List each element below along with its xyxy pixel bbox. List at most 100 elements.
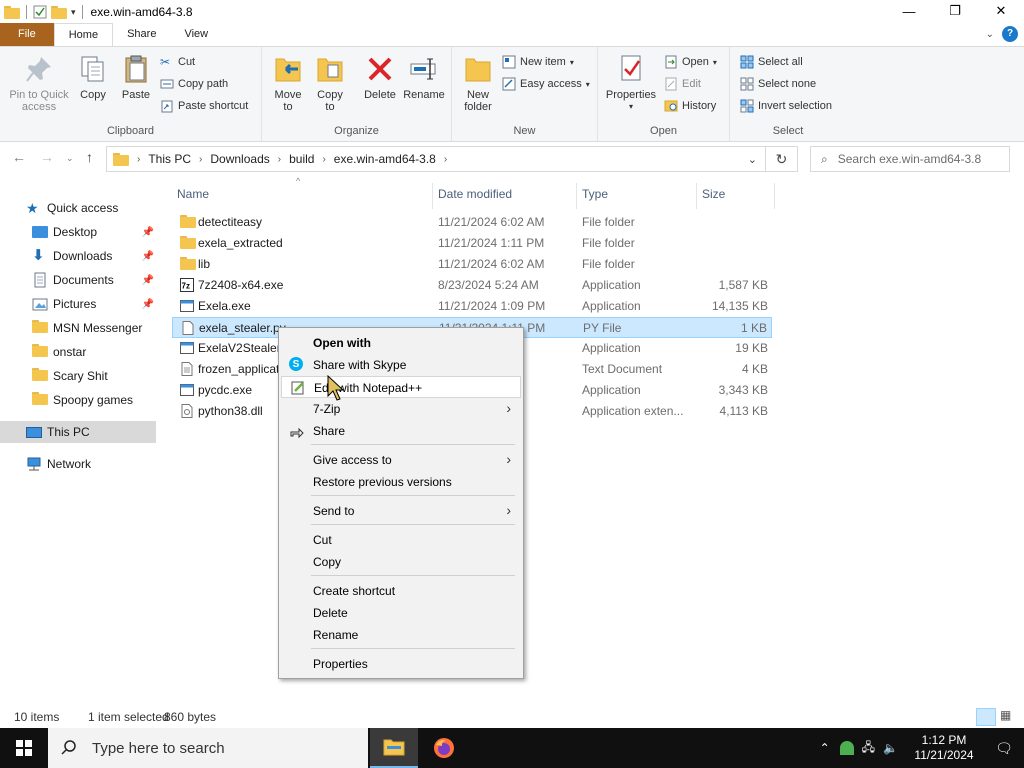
back-arrow-icon[interactable]: ← (12, 149, 26, 165)
history-icon (664, 100, 678, 112)
chevron-right-icon[interactable]: › (137, 154, 140, 165)
help-icon[interactable]: ? (1002, 26, 1018, 42)
search-input[interactable]: ⌕ Search exe.win-amd64-3.8 (810, 146, 1010, 172)
pin-quick-access-button[interactable]: Pin to Quick access (6, 53, 72, 113)
crumb-this-pc[interactable]: This PC (148, 152, 191, 166)
invert-selection-button[interactable]: Invert selection (740, 96, 832, 116)
recent-locations-icon[interactable]: ⌄ (66, 153, 74, 164)
menu-delete[interactable]: Delete (281, 602, 521, 624)
nav-downloads[interactable]: ⬇ Downloads 📌 (0, 245, 160, 267)
chevron-right-icon[interactable]: › (199, 154, 202, 165)
nav-documents[interactable]: Documents 📌 (0, 269, 160, 291)
delete-button[interactable]: Delete (360, 53, 400, 101)
menu-create-shortcut[interactable]: Create shortcut (281, 580, 521, 602)
menu-7zip[interactable]: 7-Zip › (281, 398, 521, 420)
column-size[interactable]: Size (702, 183, 725, 205)
pin-icon[interactable]: 📌 (142, 251, 154, 262)
file-row[interactable]: exela_extracted 11/21/2024 1:11 PM File … (172, 233, 772, 254)
rename-button[interactable]: Rename (402, 53, 446, 101)
quick-access-dropdown-icon[interactable]: ▾ (71, 7, 76, 18)
new-folder-button[interactable]: New folder (458, 53, 498, 113)
close-button[interactable]: ✕ (978, 0, 1024, 22)
easy-access-button[interactable]: Easy access ▾ (502, 74, 590, 94)
nav-desktop[interactable]: Desktop 📌 (0, 221, 160, 243)
nav-quick-access[interactable]: ★ Quick access (0, 197, 160, 219)
properties-button[interactable]: Properties ▾ (604, 53, 658, 113)
menu-send-to[interactable]: Send to › (281, 500, 521, 522)
nav-this-pc[interactable]: This PC (0, 421, 156, 443)
open-button[interactable]: Open ▾ (664, 52, 717, 72)
crumb-downloads[interactable]: Downloads (210, 152, 269, 166)
large-icons-view-icon[interactable]: ▦ (1000, 708, 1018, 726)
volume-icon[interactable]: 🔈 (883, 741, 898, 755)
file-row[interactable]: 7z 7z2408-x64.exe 8/23/2024 5:24 AM Appl… (172, 275, 772, 296)
column-type[interactable]: Type (582, 183, 608, 205)
notifications-icon[interactable]: 🗨 (984, 740, 1024, 757)
paste-shortcut-button[interactable]: Paste shortcut (160, 96, 248, 116)
column-date[interactable]: Date modified (438, 183, 512, 205)
file-row[interactable]: lib 11/21/2024 6:02 AM File folder (172, 254, 772, 275)
move-to-button[interactable]: Move to (270, 53, 306, 113)
menu-give-access[interactable]: Give access to › (281, 449, 521, 471)
address-dropdown-icon[interactable]: ⌄ (748, 153, 757, 166)
nav-scary-shit[interactable]: Scary Shit (0, 365, 160, 387)
menu-copy[interactable]: Copy (281, 551, 521, 573)
cut-button[interactable]: ✂ Cut (160, 52, 195, 72)
network-tray-icon[interactable]: 🖧 (862, 738, 875, 759)
crumb-exe[interactable]: exe.win-amd64-3.8 (334, 152, 436, 166)
start-button[interactable] (0, 728, 48, 768)
tab-share[interactable]: Share (113, 23, 170, 46)
taskbar-file-explorer[interactable] (370, 728, 418, 768)
menu-cut[interactable]: Cut (281, 529, 521, 551)
ribbon-collapse-icon[interactable]: ⌄ (986, 29, 994, 40)
refresh-button[interactable]: ↻ (766, 146, 798, 172)
menu-share[interactable]: Share (281, 420, 521, 442)
file-row[interactable]: Exela.exe 11/21/2024 1:09 PM Application… (172, 296, 772, 317)
properties-quick-icon[interactable] (33, 5, 47, 19)
taskbar-clock[interactable]: 1:12 PM 11/21/2024 (904, 733, 984, 763)
menu-properties[interactable]: Properties (281, 653, 521, 675)
minimize-button[interactable]: — (886, 0, 932, 22)
nav-onstar[interactable]: onstar (0, 341, 160, 363)
select-none-button[interactable]: Select none (740, 74, 816, 94)
copy-path-button[interactable]: Copy path (160, 74, 228, 94)
history-button[interactable]: History (664, 96, 716, 116)
crumb-build[interactable]: build (289, 152, 314, 166)
maximize-button[interactable]: ❐ (932, 0, 978, 22)
up-arrow-icon[interactable]: ↑ (86, 149, 93, 165)
menu-restore-previous[interactable]: Restore previous versions (281, 471, 521, 493)
nav-pictures[interactable]: Pictures 📌 (0, 293, 160, 315)
new-folder-quick-icon[interactable] (51, 5, 67, 19)
copy-button[interactable]: Copy (76, 53, 110, 101)
tab-home[interactable]: Home (53, 23, 114, 46)
select-all-button[interactable]: Select all (740, 52, 803, 72)
user-status-icon[interactable] (839, 741, 854, 755)
menu-rename[interactable]: Rename (281, 624, 521, 646)
menu-open-with[interactable]: Open with (281, 332, 521, 354)
chevron-right-icon[interactable]: › (278, 154, 281, 165)
details-view-icon[interactable] (976, 708, 996, 726)
chevron-right-icon[interactable]: › (444, 154, 447, 165)
pin-icon[interactable]: 📌 (142, 227, 154, 238)
tab-file[interactable]: File (0, 23, 54, 46)
pin-icon[interactable]: 📌 (142, 299, 154, 310)
edit-button[interactable]: Edit (664, 74, 701, 94)
taskbar-search-input[interactable]: Type here to search (48, 728, 368, 768)
tab-view[interactable]: View (170, 23, 222, 46)
file-row[interactable]: detectiteasy 11/21/2024 6:02 AM File fol… (172, 212, 772, 233)
nav-spoopy-games[interactable]: Spoopy games (0, 389, 160, 411)
column-name[interactable]: Name (177, 183, 209, 205)
chevron-right-icon[interactable]: › (322, 154, 325, 165)
forward-arrow-icon[interactable]: → (40, 149, 54, 165)
show-hidden-icons-chevron-icon[interactable]: ⌃ (820, 741, 830, 755)
address-bar[interactable]: › This PC › Downloads › build › exe.win-… (106, 146, 766, 172)
nav-network[interactable]: Network (0, 453, 160, 475)
menu-share-skype[interactable]: S Share with Skype (281, 354, 521, 376)
pin-icon[interactable]: 📌 (142, 275, 154, 286)
paste-button[interactable]: Paste (118, 53, 154, 101)
nav-msn-messenger[interactable]: MSN Messenger (0, 317, 160, 339)
taskbar-firefox[interactable] (420, 728, 468, 768)
menu-edit-notepadpp[interactable]: Edit with Notepad++ (281, 376, 521, 398)
copy-to-button[interactable]: Copy to (312, 53, 348, 113)
new-item-button[interactable]: New item ▾ (502, 52, 574, 72)
